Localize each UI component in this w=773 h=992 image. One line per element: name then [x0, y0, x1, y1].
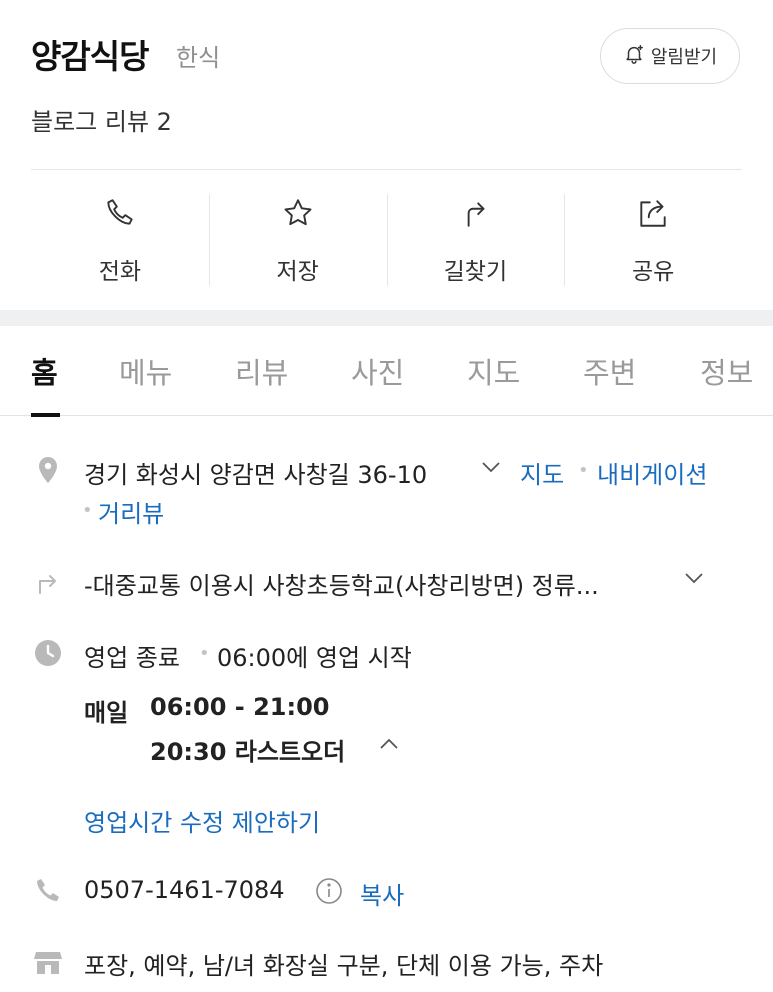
tab-info[interactable]: 정보 — [700, 350, 753, 392]
hours-time-range: 06:00 - 21:00 — [150, 693, 330, 721]
location-pin-icon — [33, 455, 63, 485]
call-label: 전화 — [98, 259, 142, 285]
store-icon — [33, 947, 63, 977]
directions-icon — [458, 196, 492, 234]
alarm-button-label: 알림받기 — [650, 47, 718, 68]
streetview-link[interactable]: 거리뷰 — [98, 494, 164, 529]
share-label: 공유 — [631, 259, 675, 285]
copy-phone-button[interactable]: 복사 — [360, 876, 404, 911]
tab-nearby[interactable]: 주변 — [583, 350, 636, 392]
save-button[interactable]: 저장 — [208, 170, 387, 310]
edit-hours-link[interactable]: 영업시간 수정 제안하기 — [84, 803, 320, 838]
transit-expand-icon[interactable] — [682, 566, 706, 596]
star-icon — [281, 196, 315, 234]
directions-button[interactable]: 길찾기 — [386, 170, 565, 310]
info-icon[interactable] — [315, 877, 343, 911]
phone-icon — [103, 196, 137, 234]
tab-menu[interactable]: 메뉴 — [119, 350, 172, 392]
save-label: 저장 — [276, 259, 319, 285]
alarm-button[interactable]: 알림받기 — [600, 28, 740, 84]
hours-status: 영업 종료 — [84, 644, 180, 672]
place-category: 한식 — [176, 44, 221, 72]
transit-text: -대중교통 이용시 사창초등학교(사창리방면) 정류... — [84, 572, 599, 600]
share-icon — [636, 196, 670, 234]
tab-map[interactable]: 지도 — [467, 350, 520, 392]
transit-directions-icon — [33, 566, 63, 596]
hours-last-order: 20:30 라스트오더 — [150, 738, 346, 766]
clock-icon — [33, 638, 63, 668]
place-name: 양감식당 — [31, 37, 149, 76]
tab-review[interactable]: 리뷰 — [235, 350, 288, 392]
hours-next-open: 06:00에 영업 시작 — [217, 644, 412, 672]
separator-dot: • — [82, 500, 93, 521]
bell-plus-icon — [623, 43, 645, 70]
blog-review-count[interactable]: 블로그 리뷰 2 — [31, 102, 172, 137]
tab-home[interactable]: 홈 — [31, 350, 58, 392]
tab-bar: 홈 메뉴 리뷰 사진 지도 주변 정보 — [0, 326, 773, 417]
navigation-link[interactable]: 내비게이션 — [597, 455, 707, 490]
share-button[interactable]: 공유 — [564, 170, 742, 310]
phone-icon — [33, 876, 63, 906]
action-bar: 전화 저장 길찾기 공유 — [31, 170, 742, 310]
section-divider-band — [0, 310, 773, 326]
separator-dot: • — [199, 643, 210, 664]
call-button[interactable]: 전화 — [31, 170, 209, 310]
place-header: 양감식당 한식 알림받기 블로그 리뷰 2 전화 저장 길찾기 공유 — [0, 0, 773, 310]
separator-dot: • — [578, 460, 589, 481]
map-link[interactable]: 지도 — [520, 455, 564, 490]
active-tab-indicator — [31, 413, 60, 417]
tab-photo[interactable]: 사진 — [351, 350, 404, 392]
address-expand-icon[interactable] — [479, 455, 503, 485]
hours-collapse-icon[interactable] — [377, 732, 401, 762]
directions-label: 길찾기 — [443, 259, 508, 285]
amenities-text: 포장, 예약, 남/녀 화장실 구분, 단체 이용 가능, 주차 — [84, 952, 604, 980]
phone-number: 0507-1461-7084 — [84, 876, 285, 904]
address-text: 경기 화성시 양감면 사창길 36-10 — [84, 461, 428, 489]
hours-day: 매일 — [84, 699, 129, 727]
